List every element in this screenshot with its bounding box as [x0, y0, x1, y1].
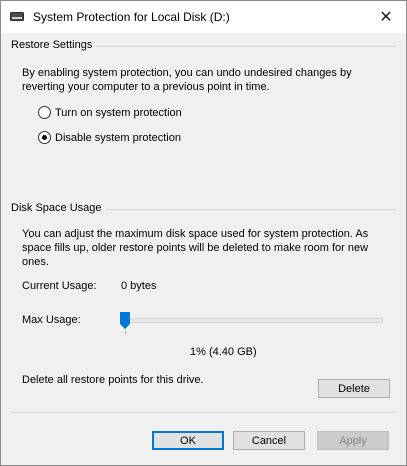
close-icon: ✕ [379, 9, 393, 26]
delete-description: Delete all restore points for this drive… [22, 374, 204, 386]
disk-space-group: Disk Space Usage [11, 202, 396, 214]
dialog-window: System Protection for Local Disk (D:) ✕ … [0, 0, 407, 466]
radio-label: Disable system protection [55, 131, 181, 144]
radio-button[interactable] [38, 106, 51, 119]
restore-settings-description: By enabling system protection, you can u… [22, 66, 352, 94]
disk-desc-line-3: ones. [22, 256, 49, 268]
disk-desc-line-1: You can adjust the maximum disk space us… [22, 228, 369, 240]
disk-desc-line-2: space fills up, older restore points wil… [22, 242, 369, 254]
apply-button[interactable]: Apply [317, 431, 389, 450]
disk-space-description: You can adjust the maximum disk space us… [22, 227, 368, 269]
restore-desc-line-1: By enabling system protection, you can u… [22, 67, 352, 79]
radio-button-selected[interactable] [38, 131, 51, 144]
radio-turn-on-protection[interactable]: Turn on system protection [38, 106, 182, 119]
max-usage-label: Max Usage: [22, 314, 81, 326]
restore-desc-line-2: reverting your computer to a previous po… [22, 81, 270, 93]
radio-disable-protection[interactable]: Disable system protection [38, 131, 181, 144]
drive-icon [10, 12, 24, 21]
close-button[interactable]: ✕ [366, 1, 406, 33]
current-usage-label: Current Usage: [22, 280, 97, 292]
max-usage-slider-track[interactable] [123, 318, 383, 323]
max-usage-slider-thumb[interactable] [120, 312, 130, 329]
cancel-button[interactable]: Cancel [233, 431, 305, 450]
title-bar[interactable]: System Protection for Local Disk (D:) ✕ [1, 1, 406, 33]
window-title: System Protection for Local Disk (D:) [33, 10, 230, 24]
delete-button[interactable]: Delete [318, 379, 390, 398]
restore-settings-group: Restore Settings [11, 39, 396, 51]
restore-settings-heading: Restore Settings [11, 39, 97, 51]
disk-space-heading: Disk Space Usage [11, 202, 106, 214]
slider-tick [125, 331, 126, 334]
footer-divider [11, 412, 396, 413]
max-usage-value: 1% (4.40 GB) [190, 346, 257, 358]
ok-button[interactable]: OK [152, 431, 224, 450]
current-usage-value: 0 bytes [121, 280, 157, 292]
radio-label: Turn on system protection [55, 106, 182, 119]
